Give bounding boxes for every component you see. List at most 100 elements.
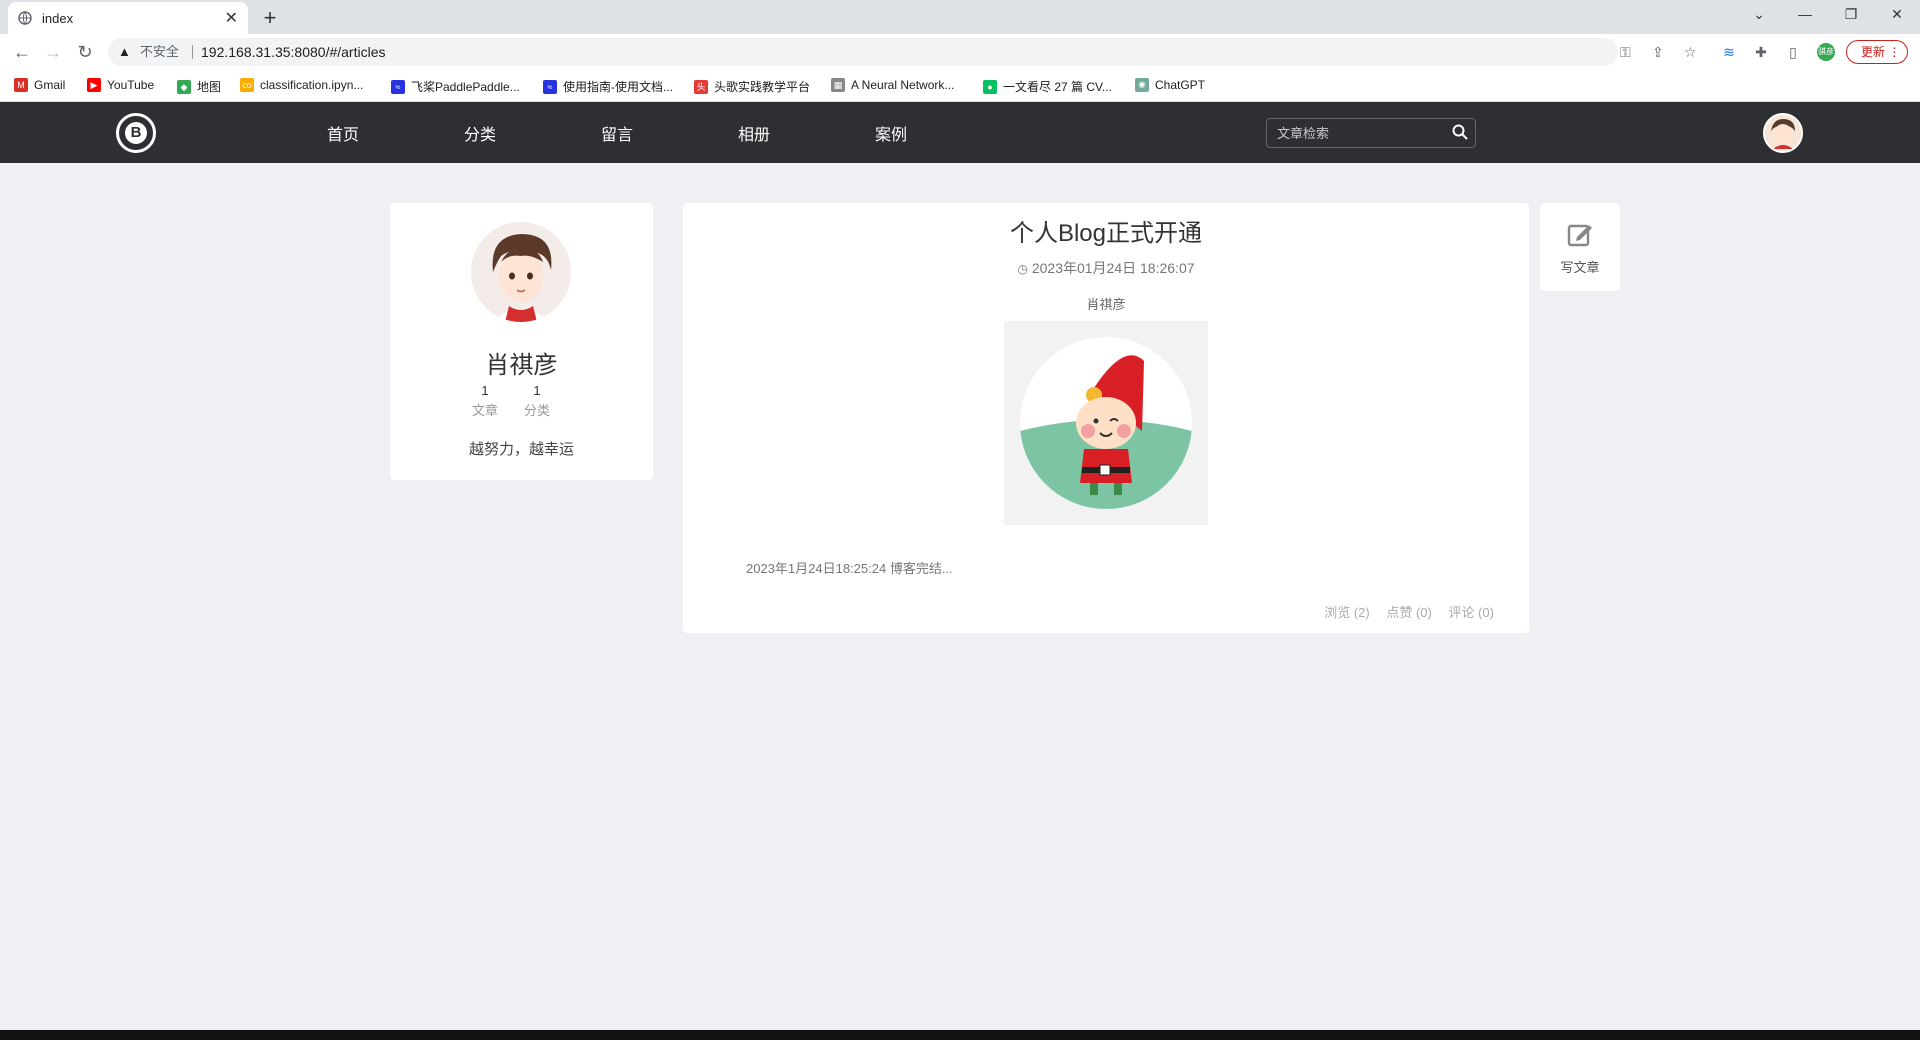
profile-avatar <box>471 222 571 322</box>
nav-home[interactable]: 首页 <box>327 121 359 145</box>
bookmark-label: classification.ipyn... <box>260 78 364 92</box>
bookmark-label: Gmail <box>34 78 66 92</box>
stat-categories[interactable]: 1 分类 <box>517 383 557 419</box>
bookmark-label: ChatGPT <box>1155 78 1206 92</box>
article-card: 个人Blog正式开通 ◷ 2023年01月24日 18:26:07 肖祺彦 20… <box>683 203 1529 633</box>
address-toolbar: ← → ↻ ▲ 不安全 192.168.31.35:8080/#/article… <box>0 34 1920 70</box>
clock-icon: ◷ <box>1017 262 1028 276</box>
key-icon[interactable]: ⚿ <box>1620 38 1631 66</box>
comments-button[interactable]: 评论 (0) <box>1448 605 1494 620</box>
stat-number: 1 <box>481 383 489 398</box>
elf-illustration-icon <box>1004 321 1208 525</box>
user-avatar[interactable] <box>1763 113 1803 153</box>
avatar-illustration-icon <box>1765 115 1801 151</box>
profile-avatar-icon[interactable]: 骐彦 <box>1817 43 1835 61</box>
bookmark-item[interactable]: ≈ 使用指南-使用文档... <box>543 78 673 95</box>
side-panel-icon[interactable]: ▯ <box>1782 41 1804 63</box>
bookmark-favicon-icon: ◆ <box>177 79 191 94</box>
article-search <box>1266 118 1476 148</box>
profile-motto: 越努力，越幸运 <box>468 441 574 458</box>
views-count: 浏览 (2) <box>1324 605 1370 620</box>
bookmark-label: 飞桨PaddlePaddle... <box>411 80 520 94</box>
bookmark-favicon-icon: 头 <box>694 79 708 94</box>
search-icon[interactable] <box>1451 123 1469 141</box>
stat-articles[interactable]: 1 文章 <box>465 383 505 419</box>
share-icon[interactable]: ⇪ <box>1652 38 1664 66</box>
bookmark-favicon-icon: ▶ <box>87 78 101 92</box>
bookmark-item[interactable]: ◆ 地图 <box>177 78 221 95</box>
blog-logo-icon[interactable]: B <box>116 113 156 153</box>
bookmark-star-icon[interactable]: ☆ <box>1684 38 1697 66</box>
bookmark-item[interactable]: ● 一文看尽 27 篇 CV... <box>983 78 1112 95</box>
bookmark-item[interactable]: ✺ ChatGPT <box>1135 78 1205 92</box>
bookmark-item[interactable]: ≈ 飞桨PaddlePaddle... <box>391 78 520 95</box>
stat-label: 分类 <box>523 403 550 418</box>
puzzle-icon[interactable]: ✚ <box>1750 41 1772 63</box>
extension-icon[interactable]: ≋ <box>1718 41 1740 63</box>
bookmark-label: 头歌实践教学平台 <box>714 80 811 94</box>
bookmark-item[interactable]: ▦ A Neural Network... <box>831 78 954 92</box>
stat-label: 文章 <box>471 403 498 418</box>
bookmark-label: 地图 <box>197 80 222 94</box>
warning-icon: ▲ <box>118 44 131 59</box>
reload-icon[interactable]: ↻ <box>73 40 97 64</box>
update-button[interactable]: 更新 ⋮ <box>1846 40 1908 64</box>
bookmark-label: 使用指南-使用文档... <box>563 80 673 94</box>
article-excerpt: 2023年1月24日18:25:24 博客完结... <box>746 561 953 576</box>
minimize-icon[interactable]: — <box>1782 0 1828 30</box>
bookmark-favicon-icon: ● <box>983 79 997 94</box>
profile-card: 肖祺彦 1 文章 1 分类 越努力，越幸运 <box>390 203 653 480</box>
stat-number: 1 <box>533 383 541 398</box>
not-secure-label: 不安全 <box>140 44 180 59</box>
omnibox[interactable]: ▲ 不安全 192.168.31.35:8080/#/articles ⚿ ⇪ … <box>108 38 1697 66</box>
new-tab-button[interactable]: + <box>256 5 284 33</box>
restore-icon[interactable]: ❐ <box>1828 0 1874 30</box>
omnibox-divider <box>192 45 193 59</box>
bookmark-favicon-icon: co <box>240 78 254 92</box>
bookmark-item[interactable]: ▶ YouTube <box>87 78 154 92</box>
article-cover-image[interactable] <box>1004 321 1208 525</box>
os-taskbar <box>0 1030 1920 1040</box>
window-close-icon[interactable]: ✕ <box>1874 0 1920 30</box>
nav-category[interactable]: 分类 <box>464 121 496 145</box>
update-label: 更新 <box>1861 45 1886 59</box>
forward-arrow-icon[interactable]: → <box>41 40 65 64</box>
bookmark-favicon-icon: ≈ <box>391 79 405 94</box>
nav-cases[interactable]: 案例 <box>875 121 907 145</box>
bookmark-label: 一文看尽 27 篇 CV... <box>1003 80 1112 94</box>
back-arrow-icon[interactable]: ← <box>10 40 34 64</box>
article-date: ◷ 2023年01月24日 18:26:07 <box>683 258 1529 278</box>
bookmark-favicon-icon: M <box>14 78 28 92</box>
nav-messages[interactable]: 留言 <box>601 121 633 145</box>
write-article-button[interactable]: 写文章 <box>1540 203 1620 291</box>
bookmark-item[interactable]: co classification.ipyn... <box>240 78 363 92</box>
edit-icon <box>1567 224 1592 247</box>
search-input[interactable] <box>1267 119 1447 147</box>
profile-name: 肖祺彦 <box>485 352 558 379</box>
article-date-text: 2023年01月24日 18:26:07 <box>1031 260 1195 276</box>
bookmark-item[interactable]: 头头歌实践教学平台 <box>694 78 810 95</box>
bookmark-label: YouTube <box>107 78 155 92</box>
bookmark-item[interactable]: M Gmail <box>14 78 65 92</box>
bookmark-favicon-icon: ✺ <box>1135 78 1149 92</box>
article-title[interactable]: 个人Blog正式开通 <box>683 213 1529 248</box>
nav-album[interactable]: 相册 <box>738 121 770 145</box>
bookmarks-bar: M Gmail ▶ YouTube ◆ 地图 co classification.ipyn..… <box>0 70 1920 102</box>
bookmark-favicon-icon: ≈ <box>543 79 557 94</box>
tab-close-icon[interactable]: ✕ <box>225 8 238 28</box>
tab-title: index <box>42 10 74 26</box>
tab-search-icon[interactable]: ⌄ <box>1736 0 1782 30</box>
menu-dots-icon: ⋮ <box>1888 45 1901 59</box>
browser-tab[interactable]: index ✕ <box>8 2 248 34</box>
url-text[interactable]: 192.168.31.35:8080/#/articles <box>201 38 385 66</box>
bookmark-favicon-icon: ▦ <box>831 78 845 92</box>
article-meta: 浏览 (2) 点赞 (0) 评论 (0) <box>1311 602 1494 621</box>
article-author: 肖祺彦 <box>1086 297 1126 312</box>
likes-button[interactable]: 点赞 (0) <box>1386 605 1432 620</box>
write-article-label: 写文章 <box>1560 260 1600 275</box>
browser-tabbar: index ✕ + ⌄ — ❐ ✕ <box>0 0 1920 34</box>
globe-icon <box>18 11 32 25</box>
boy-avatar-icon <box>471 222 571 322</box>
site-header: B 首页 分类 留言 相册 案例 <box>0 102 1920 163</box>
logo-letter: B <box>125 122 147 144</box>
